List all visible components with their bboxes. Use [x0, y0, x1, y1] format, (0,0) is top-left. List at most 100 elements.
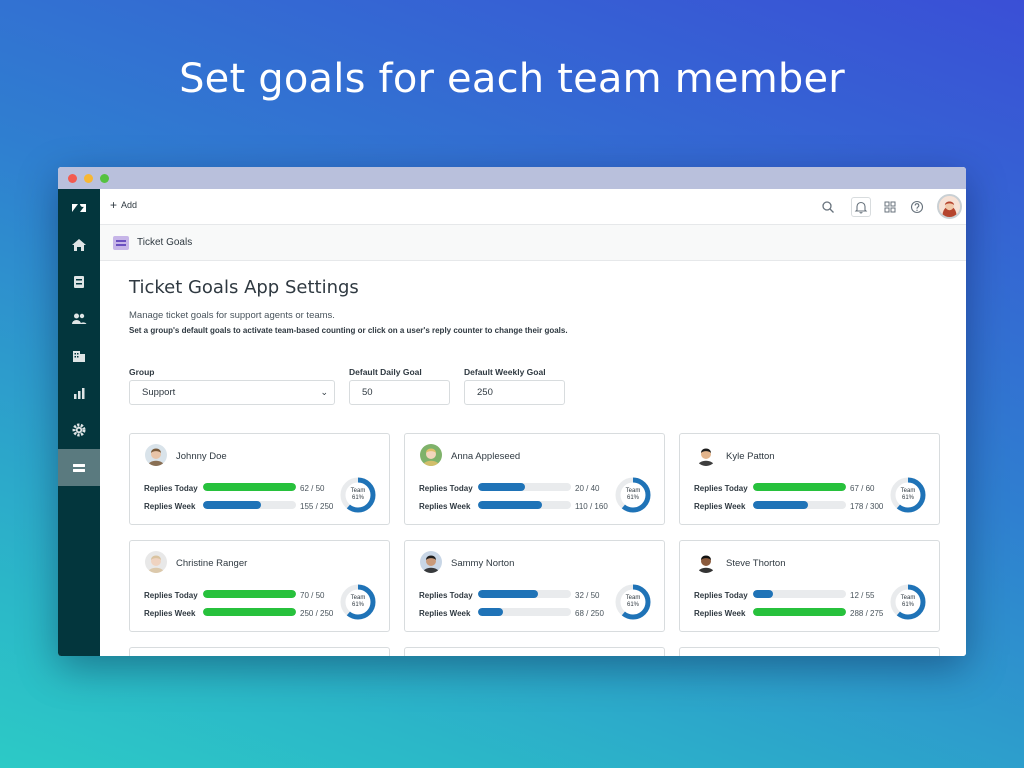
notifications-bell-icon[interactable]: [851, 197, 871, 217]
customers-icon[interactable]: [58, 300, 100, 337]
replies-today-counter[interactable]: [753, 590, 846, 598]
replies-today-bar: [478, 590, 538, 598]
replies-week-label: Replies Week: [419, 609, 471, 618]
replies-today-counter[interactable]: [478, 483, 571, 491]
replies-today-bar: [478, 483, 525, 491]
replies-week-label: Replies Week: [144, 502, 196, 511]
team-progress-label: Team 61%: [889, 488, 927, 502]
add-button[interactable]: + Add: [110, 197, 138, 212]
ticket-goals-icon: [113, 236, 129, 250]
settings-content: Ticket Goals App Settings Manage ticket …: [100, 261, 966, 656]
team-progress-donut: Team 61%: [614, 476, 652, 514]
replies-week-label: Replies Week: [694, 609, 746, 618]
member-card[interactable]: Kyle Patton Replies Today 67 / 60 Replies W…: [679, 433, 940, 525]
team-label: Team: [625, 595, 641, 601]
add-button-label: Add: [121, 200, 138, 210]
replies-week-counter[interactable]: [478, 501, 571, 509]
replies-week-bar: [203, 501, 261, 509]
replies-week-counter[interactable]: [203, 608, 296, 616]
user-avatar[interactable]: [937, 194, 962, 219]
replies-week-counter[interactable]: [753, 501, 846, 509]
views-icon[interactable]: [58, 263, 100, 300]
maximize-window-button[interactable]: [100, 174, 109, 183]
replies-today-value[interactable]: 32 / 50: [575, 591, 599, 600]
daily-goal-label: Default Daily Goal: [349, 367, 422, 377]
team-label: Team: [900, 595, 916, 601]
products-grid-icon[interactable]: [881, 198, 899, 216]
home-icon[interactable]: [58, 226, 100, 263]
weekly-goal-input[interactable]: 250: [464, 380, 565, 405]
replies-week-bar: [753, 501, 808, 509]
member-card[interactable]: Johnny Doe Replies Today 62 / 50 Replies We…: [129, 433, 390, 525]
replies-week-value[interactable]: 178 / 300: [850, 502, 883, 511]
member-name: Sammy Norton: [451, 558, 515, 569]
member-card[interactable]: [679, 647, 940, 656]
ticket-goals-app-icon[interactable]: [58, 449, 100, 486]
replies-today-value[interactable]: 67 / 60: [850, 484, 874, 493]
replies-today-bar: [753, 483, 846, 491]
replies-week-value[interactable]: 250 / 250: [300, 609, 333, 618]
replies-week-value[interactable]: 68 / 250: [575, 609, 604, 618]
team-progress-donut: Team 61%: [889, 476, 927, 514]
member-card[interactable]: [129, 647, 390, 656]
member-card[interactable]: Christine Ranger Replies Today 70 / 50 Repl…: [129, 540, 390, 632]
replies-today-value[interactable]: 62 / 50: [300, 484, 324, 493]
replies-week-counter[interactable]: [203, 501, 296, 509]
help-icon[interactable]: [908, 198, 926, 216]
replies-today-counter[interactable]: [203, 590, 296, 598]
weekly-goal-label: Default Weekly Goal: [464, 367, 546, 377]
replies-week-value[interactable]: 110 / 160: [575, 502, 608, 511]
member-card[interactable]: Sammy Norton Replies Today 32 / 50 Replies …: [404, 540, 665, 632]
group-select[interactable]: Support ⌄: [129, 380, 335, 405]
replies-today-label: Replies Today: [419, 591, 473, 600]
member-name: Johnny Doe: [176, 451, 227, 462]
reporting-icon[interactable]: [58, 374, 100, 411]
replies-week-value[interactable]: 288 / 275: [850, 609, 883, 618]
organizations-icon[interactable]: [58, 337, 100, 374]
team-percent: 61%: [351, 602, 364, 608]
replies-today-value[interactable]: 12 / 55: [850, 591, 874, 600]
page-description: Manage ticket goals for support agents o…: [129, 310, 335, 321]
team-label: Team: [900, 488, 916, 494]
replies-today-counter[interactable]: [753, 483, 846, 491]
member-name: Christine Ranger: [176, 558, 248, 569]
replies-week-counter[interactable]: [753, 608, 846, 616]
team-progress-donut: Team 61%: [339, 583, 377, 621]
replies-week-bar: [753, 608, 846, 616]
member-card[interactable]: [404, 647, 665, 656]
replies-week-bar: [478, 608, 504, 616]
replies-today-bar: [753, 590, 774, 598]
team-progress-donut: Team 61%: [889, 583, 927, 621]
member-name: Steve Thorton: [726, 558, 786, 569]
replies-week-value[interactable]: 155 / 250: [300, 502, 333, 511]
team-percent: 61%: [626, 602, 639, 608]
admin-gear-icon[interactable]: [58, 411, 100, 448]
replies-today-counter[interactable]: [478, 590, 571, 598]
replies-today-label: Replies Today: [694, 484, 748, 493]
team-progress-label: Team 61%: [339, 488, 377, 502]
member-card[interactable]: Anna Appleseed Replies Today 20 / 40 Replie…: [404, 433, 665, 525]
minimize-window-button[interactable]: [84, 174, 93, 183]
replies-today-value[interactable]: 70 / 50: [300, 591, 324, 600]
replies-week-counter[interactable]: [478, 608, 571, 616]
daily-goal-input[interactable]: 50: [349, 380, 450, 405]
team-progress-label: Team 61%: [614, 488, 652, 502]
zendesk-logo-icon[interactable]: [58, 189, 100, 226]
app-header-title: Ticket Goals: [137, 237, 193, 248]
member-card[interactable]: Steve Thorton Replies Today 12 / 55 Replies…: [679, 540, 940, 632]
replies-week-label: Replies Week: [694, 502, 746, 511]
daily-goal-value: 50: [362, 387, 373, 398]
replies-today-label: Replies Today: [144, 484, 198, 493]
close-window-button[interactable]: [68, 174, 77, 183]
plus-icon: +: [110, 197, 118, 212]
replies-today-counter[interactable]: [203, 483, 296, 491]
app-window: + Add Ticket Goals Ticket Goals App Sett…: [58, 167, 966, 656]
member-avatar: [420, 551, 442, 573]
search-icon[interactable]: [819, 198, 837, 216]
member-avatar: [145, 444, 167, 466]
replies-today-value[interactable]: 20 / 40: [575, 484, 599, 493]
team-percent: 61%: [351, 495, 364, 501]
team-percent: 61%: [901, 495, 914, 501]
replies-today-label: Replies Today: [694, 591, 748, 600]
member-avatar: [695, 551, 717, 573]
